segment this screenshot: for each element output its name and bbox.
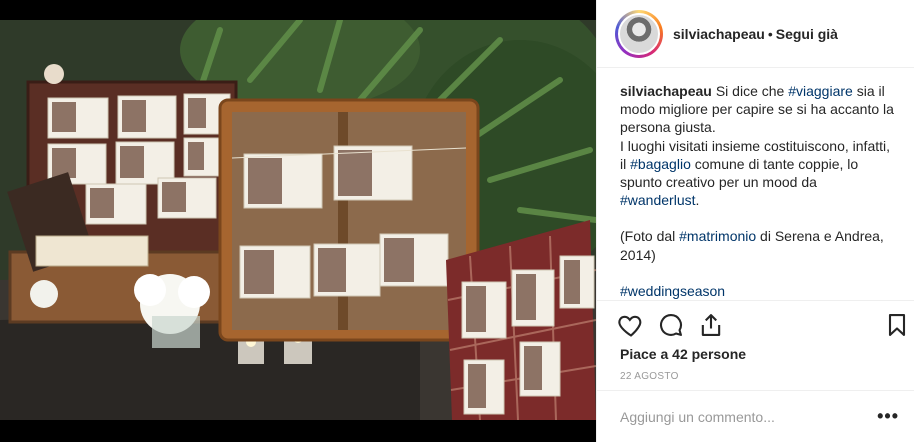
- likes-count[interactable]: Piace a 42 persone: [620, 346, 746, 362]
- caption-username[interactable]: silviachapeau: [620, 83, 712, 99]
- follow-button[interactable]: Segui già: [776, 26, 838, 42]
- hashtag-link[interactable]: #matrimonio: [679, 228, 756, 244]
- share-icon[interactable]: [697, 311, 725, 339]
- caption-paragraph-4: #weddingseason: [620, 282, 898, 300]
- separator-dot: •: [767, 25, 773, 42]
- comment-bar: •••: [597, 390, 914, 442]
- post-author-line: silviachapeau • Segui già: [673, 26, 838, 42]
- more-options-button[interactable]: •••: [877, 406, 899, 427]
- caption-paragraph-2: I luoghi visitati insieme costituiscono,…: [620, 137, 898, 210]
- bookmark-icon[interactable]: [883, 311, 911, 339]
- post-photo[interactable]: [0, 0, 596, 442]
- avatar[interactable]: [615, 9, 663, 58]
- caption-paragraph-3: (Foto dal #matrimonio di Serena e Andrea…: [620, 227, 898, 263]
- comment-icon[interactable]: [657, 311, 685, 339]
- comment-input[interactable]: [620, 408, 878, 425]
- hashtag-link[interactable]: #bagaglio: [630, 156, 691, 172]
- post-caption: silviachapeau Si dice che #viaggiare sia …: [597, 68, 914, 300]
- caption-paragraph-1: silviachapeau Si dice che #viaggiare sia …: [620, 82, 898, 137]
- post-sidebar: silviachapeau • Segui già silviachapeau Si …: [596, 0, 914, 442]
- caption-text: .: [695, 192, 700, 209]
- post-date[interactable]: 22 agosto: [620, 371, 679, 382]
- caption-text: Si dice che: [715, 83, 789, 99]
- action-bar: [597, 300, 914, 348]
- heart-icon[interactable]: [617, 311, 645, 339]
- wedding-suitcases-illustration: [0, 20, 596, 420]
- photo-canvas: [0, 20, 596, 420]
- author-username[interactable]: silviachapeau: [673, 26, 765, 42]
- hashtag-link[interactable]: #weddingseason: [620, 283, 725, 299]
- caption-text: (Foto dal: [620, 228, 680, 245]
- avatar-image: [618, 12, 660, 55]
- hashtag-link[interactable]: #wanderlust: [620, 192, 696, 208]
- post-header: silviachapeau • Segui già: [597, 0, 914, 68]
- hashtag-link[interactable]: #viaggiare: [788, 83, 853, 99]
